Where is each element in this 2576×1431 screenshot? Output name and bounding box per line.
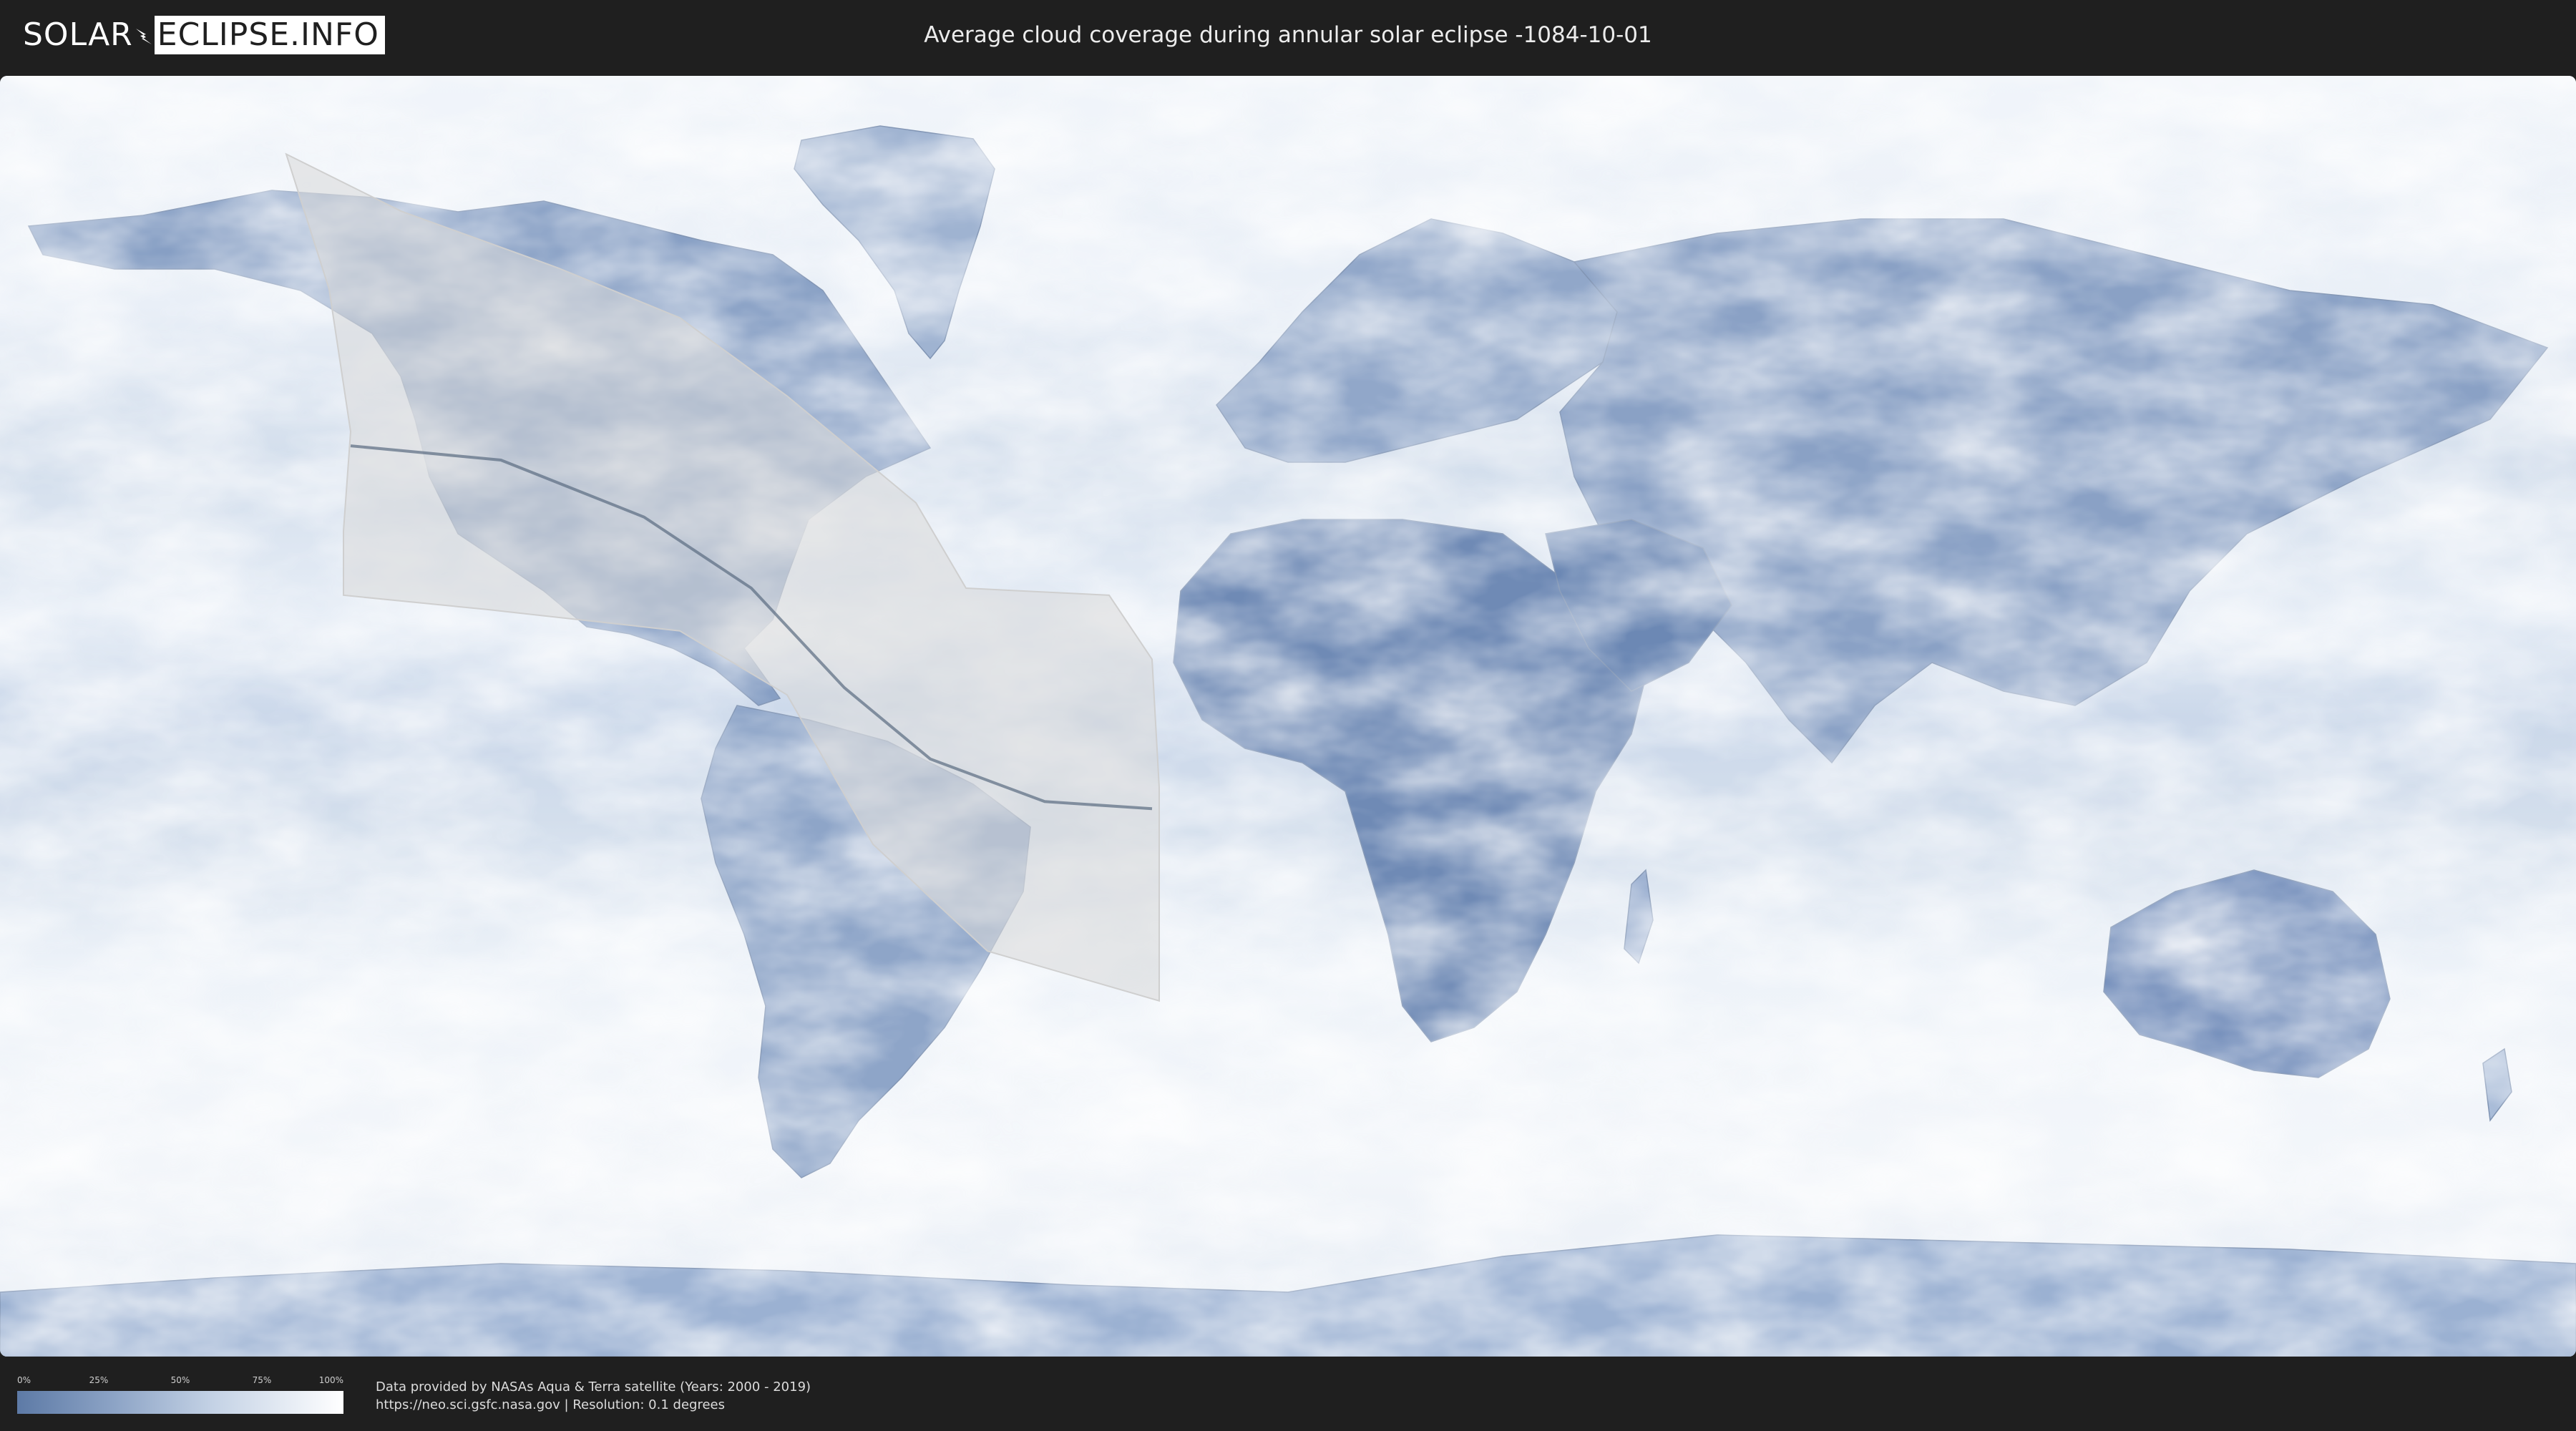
page-title: Average cloud coverage during annular so…	[924, 22, 1652, 48]
legend-tick-25: 25%	[89, 1375, 109, 1385]
credit-line-url: https://neo.sci.gsfc.nasa.gov | Resoluti…	[376, 1397, 725, 1412]
legend-gradient-bar	[17, 1391, 343, 1414]
world-map	[0, 76, 2576, 1357]
legend-tick-0: 0%	[17, 1375, 31, 1385]
footer-bar: 0% 25% 50% 75% 100% Data provided by NAS…	[0, 1357, 2576, 1431]
data-credits: Data provided by NASAs Aqua & Terra sate…	[376, 1378, 811, 1414]
cloud-coverage-map[interactable]	[0, 76, 2576, 1357]
legend-ticks: 0% 25% 50% 75% 100%	[17, 1375, 343, 1388]
credit-line-source: Data provided by NASAs Aqua & Terra sate…	[376, 1379, 811, 1395]
legend-tick-100: 100%	[318, 1375, 343, 1385]
header-bar: SOLAR ECLIPSE.INFO Average cloud coverag…	[0, 0, 2576, 72]
legend-tick-50: 50%	[170, 1375, 190, 1385]
legend-tick-75: 75%	[252, 1375, 272, 1385]
cloud-coverage-legend: 0% 25% 50% 75% 100%	[17, 1375, 343, 1414]
